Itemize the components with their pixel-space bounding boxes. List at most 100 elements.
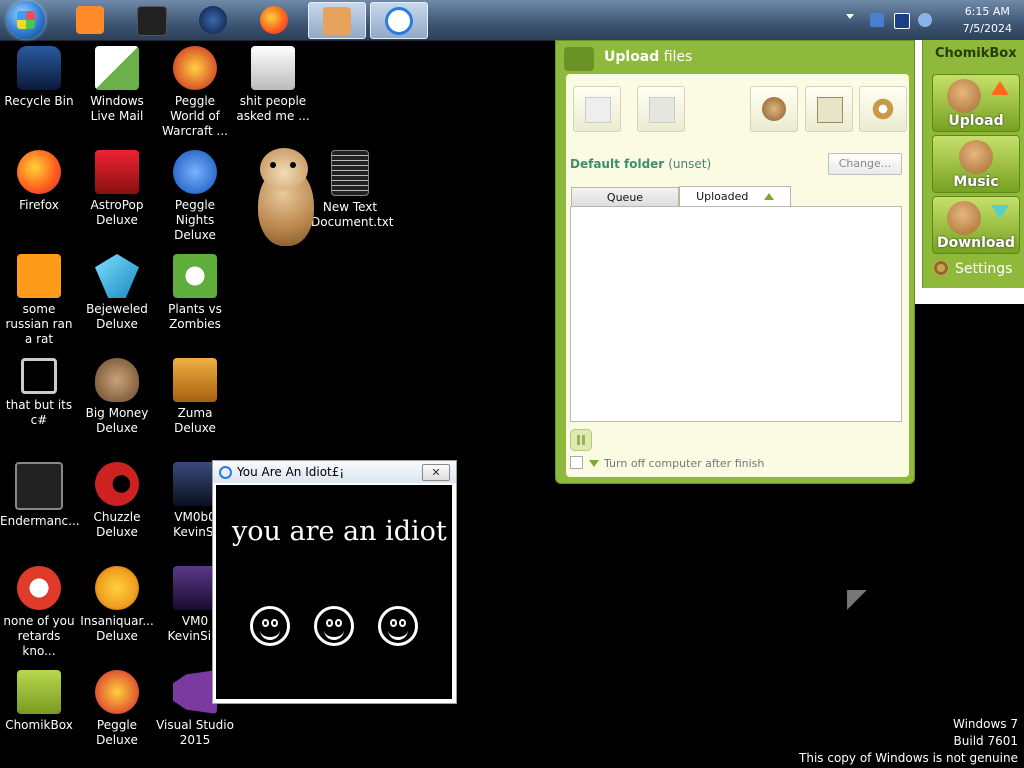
mail-icon <box>95 46 139 90</box>
desktop-icon-new-text-document[interactable]: New Text Document.txt <box>311 150 394 230</box>
globe-icon <box>199 6 227 34</box>
desktop-icon-windows-live-mail[interactable]: Windows Live Mail <box>78 46 156 124</box>
desktop-icon-label: none of you retards kno... <box>3 614 75 658</box>
shutdown-checkbox[interactable] <box>570 456 583 469</box>
display-icon[interactable] <box>894 13 910 29</box>
triangle-icon <box>589 460 599 467</box>
desktop-icon-endermanch[interactable]: Endermanc... <box>0 462 80 529</box>
desktop-icon-label: Recycle Bin <box>4 94 74 108</box>
hamster-icon <box>17 670 61 714</box>
desktop-icon-that-but-csharp[interactable]: that but its c# <box>0 358 78 428</box>
fish-icon <box>95 566 139 610</box>
desktop-icon-zuma[interactable]: Zuma Deluxe <box>156 358 234 436</box>
app-icon <box>17 254 61 298</box>
shutdown-option[interactable]: Turn off computer after finish <box>570 456 764 470</box>
desktop-icon-label: Endermanc... <box>0 514 80 528</box>
network-icon[interactable] <box>870 13 884 27</box>
window-icon <box>15 462 63 510</box>
firefox-icon <box>260 6 288 34</box>
uploaded-files-list[interactable] <box>570 206 902 422</box>
desktop-icon-peggle[interactable]: Peggle Deluxe <box>78 670 156 748</box>
hamster-icon <box>323 7 351 35</box>
default-folder-value: (unset) <box>668 157 712 171</box>
sidebar-upload-button[interactable]: Upload <box>932 74 1020 132</box>
desktop-icon-bejeweled[interactable]: Bejeweled Deluxe <box>78 254 156 332</box>
volume-icon[interactable] <box>918 13 932 27</box>
sort-triangle-icon <box>763 193 774 200</box>
idiot-popup-window: You Are An Idiot£¡ ✕ you are an idiot <box>212 460 457 704</box>
desktop-icon-none-of-you[interactable]: none of you retards kno... <box>0 566 78 659</box>
hamster-icon <box>947 79 981 113</box>
popup-content: you are an idiot <box>216 485 452 699</box>
hamster-icon <box>947 201 981 235</box>
sidebar-settings[interactable]: Settings <box>933 260 1012 277</box>
tab-queue[interactable]: Queue <box>571 187 679 208</box>
desktop-icon-astropop[interactable]: AstroPop Deluxe <box>78 150 156 228</box>
desktop-icon-label: Big Money Deluxe <box>85 406 149 435</box>
desktop-icon-label: ChomikBox <box>5 718 73 732</box>
desktop-icon-insaniquarium[interactable]: Insaniquar... Deluxe <box>78 566 156 644</box>
add-folder-button[interactable] <box>637 86 685 132</box>
app-icon <box>173 566 217 610</box>
desktop-icon-shortcut-folder[interactable]: shit people asked me ... <box>234 46 312 124</box>
clock[interactable]: 6:15 AM 7/5/2024 <box>963 3 1012 37</box>
peggle-icon <box>173 46 217 90</box>
desktop-icon-chuzzle[interactable]: Chuzzle Deluxe <box>78 462 156 540</box>
close-button[interactable]: ✕ <box>422 464 450 481</box>
hamster-mascot-icon[interactable] <box>248 148 318 250</box>
desktop-icon-peggle-nights[interactable]: Peggle Nights Deluxe <box>156 150 234 243</box>
hamster-icon <box>762 97 786 121</box>
taskbar-button-firefox[interactable] <box>246 2 302 37</box>
change-folder-button[interactable]: Change... <box>828 153 902 175</box>
hamster-headphones-icon <box>959 140 993 174</box>
sidebar-download-button[interactable]: Download <box>932 196 1020 254</box>
clipboard-icon <box>817 97 843 123</box>
add-files-button[interactable] <box>573 86 621 132</box>
gear-icon <box>933 260 949 276</box>
peggle-icon <box>95 670 139 714</box>
taskbar-button-black-app[interactable] <box>123 2 179 37</box>
desktop-icon-chomikbox[interactable]: ChomikBox <box>0 670 78 733</box>
taskbar-button-chomikbox[interactable] <box>308 2 366 39</box>
desktop-icon-plants-vs-zombies[interactable]: Plants vs Zombies <box>156 254 234 332</box>
paste-button[interactable] <box>805 86 853 132</box>
taskbar-button-globe[interactable] <box>185 2 241 37</box>
taskbar-button-ie[interactable] <box>370 2 428 39</box>
pause-button[interactable] <box>570 429 592 451</box>
taskbar-button-media-player[interactable] <box>62 2 118 37</box>
app-icon <box>173 462 217 506</box>
smiley-icon <box>250 606 290 646</box>
settings-button[interactable] <box>859 86 907 132</box>
start-button[interactable] <box>7 1 45 39</box>
desktop-icon-label: Peggle Nights Deluxe <box>174 198 216 242</box>
peggle-nights-icon <box>173 150 217 194</box>
desktop-icon-big-money[interactable]: Big Money Deluxe <box>78 358 156 436</box>
system-tray: 6:15 AM 7/5/2024 <box>824 0 1024 40</box>
smiley-icon <box>314 606 354 646</box>
clock-time: 6:15 AM <box>964 5 1010 18</box>
window-title: You Are An Idiot£¡ <box>237 465 345 479</box>
firefox-icon <box>17 150 61 194</box>
taskbar: 6:15 AM 7/5/2024 <box>0 0 1024 41</box>
desktop-icon-peggle-wow[interactable]: Peggle World of Warcraft ... <box>156 46 234 139</box>
desktop-icon-label: that but its c# <box>5 398 73 427</box>
tab-uploaded[interactable]: Uploaded <box>679 186 791 208</box>
plant-icon <box>173 254 217 298</box>
app-icon <box>17 566 61 610</box>
chuzzle-icon <box>95 462 139 506</box>
internet-explorer-icon <box>219 466 232 479</box>
title-bar[interactable]: You Are An Idiot£¡ ✕ <box>213 461 456 483</box>
desktop-icon-recycle-bin[interactable]: Recycle Bin <box>0 46 78 109</box>
hamster-button[interactable] <box>750 86 798 132</box>
desktop-icon-firefox[interactable]: Firefox <box>0 150 78 213</box>
add-file-icon <box>585 97 611 123</box>
sidebar-music-button[interactable]: Music <box>932 135 1020 193</box>
document-icon <box>251 46 295 90</box>
desktop-icon-russian-rat[interactable]: some russian ran a rat <box>0 254 78 347</box>
gem-icon <box>95 254 139 298</box>
add-folder-icon <box>649 97 675 123</box>
upload-arrow-icon <box>991 81 1009 95</box>
money-bag-icon <box>95 358 139 402</box>
show-hidden-icons-icon[interactable] <box>846 14 854 19</box>
hamster-icon <box>564 47 594 71</box>
